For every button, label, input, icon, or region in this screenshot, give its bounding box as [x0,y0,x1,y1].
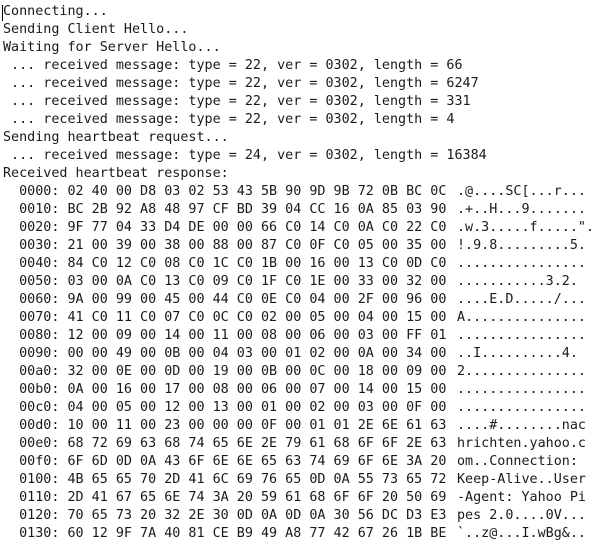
status-line: ... received message: type = 22, ver = 0… [3,76,479,91]
hexdump-bytes: 00c0: 04 00 05 00 12 00 13 00 01 00 02 0… [3,400,447,415]
hexdump-bytes: 00e0: 68 72 69 63 68 74 65 6E 2E 79 61 6… [3,436,447,451]
hexdump-ascii: ....E.D...../... [457,292,586,307]
hexdump-row: 0110: 2D 41 67 65 6E 74 3A 20 59 61 68 6… [3,489,586,507]
hexdump-row: 0130: 60 12 9F 7A 40 81 CE B9 49 A8 77 4… [3,525,586,543]
status-line: ... received message: type = 24, ver = 0… [3,148,487,163]
hexdump-bytes: 0070: 41 C0 11 C0 07 C0 0C C0 02 00 05 0… [3,310,447,325]
hexdump-bytes: 0120: 70 65 73 20 32 2E 30 0D 0A 0D 0A 3… [3,508,447,523]
status-line: Connecting... [3,4,108,19]
hexdump-row: 0090: 00 00 49 00 0B 00 04 03 00 01 02 0… [3,345,578,363]
terminal-output[interactable]: Connecting... Sending Client Hello... Wait… [0,0,596,550]
hexdump-ascii: ....#........nac [457,418,586,433]
hexdump-ascii: ................ [457,256,586,271]
hexdump-bytes: 0130: 60 12 9F 7A 40 81 CE B9 49 A8 77 4… [3,526,447,541]
hexdump-bytes: 0090: 00 00 49 00 0B 00 04 03 00 01 02 0… [3,346,447,361]
hexdump-row: 0080: 12 00 09 00 14 00 11 00 08 00 06 0… [3,327,586,345]
hexdump-row: 00d0: 10 00 11 00 23 00 00 00 0F 00 01 0… [3,417,586,435]
hexdump-row: 00b0: 0A 00 16 00 17 00 08 00 06 00 07 0… [3,381,586,399]
status-line: Waiting for Server Hello... [3,40,221,55]
status-line: Received heartbeat response: [3,166,229,181]
hexdump-ascii: `..z@...I.wBg&.. [457,526,586,541]
hexdump-row: 00c0: 04 00 05 00 12 00 13 00 01 00 02 0… [3,399,586,417]
hexdump-row: 0020: 9F 77 04 33 D4 DE 00 00 66 C0 14 C… [3,219,594,237]
hexdump-ascii: ................ [457,382,586,397]
hexdump-row: 00a0: 32 00 0E 00 0D 00 19 00 0B 00 0C 0… [3,363,586,381]
hexdump-bytes: 0020: 9F 77 04 33 D4 DE 00 00 66 C0 14 C… [3,220,447,235]
status-line: ... received message: type = 22, ver = 0… [3,94,471,109]
status-line: Sending Client Hello... [3,22,189,37]
hexdump-ascii: Keep-Alive..User [457,472,586,487]
hexdump-bytes: 00a0: 32 00 0E 00 0D 00 19 00 0B 00 0C 0… [3,364,447,379]
status-line: ... received message: type = 22, ver = 0… [3,112,455,127]
hexdump-bytes: 0060: 9A 00 99 00 45 00 44 C0 0E C0 04 0… [3,292,447,307]
hexdump-row: 0040: 84 C0 12 C0 08 C0 1C C0 1B 00 16 0… [3,255,586,273]
hexdump-ascii: ..I..........4. [457,346,578,361]
hexdump-row: 0100: 4B 65 65 70 2D 41 6C 69 76 65 0D 0… [3,471,586,489]
hexdump-ascii: 2............... [457,364,586,379]
hexdump-ascii: .w.3.....f.....". [457,220,595,235]
hexdump-ascii: .+..H...9....... [457,202,586,217]
hexdump-bytes: 0100: 4B 65 65 70 2D 41 6C 69 76 65 0D 0… [3,472,447,487]
hexdump-row: 0000: 02 40 00 D8 03 02 53 43 5B 90 9D 9… [3,183,586,201]
hexdump-ascii: .@....SC[...r... [457,184,586,199]
hexdump-bytes: 0000: 02 40 00 D8 03 02 53 43 5B 90 9D 9… [3,184,447,199]
hexdump-ascii: hrichten.yahoo.c [457,436,586,451]
hexdump-row: 00e0: 68 72 69 63 68 74 65 6E 2E 79 61 6… [3,435,586,453]
hexdump-bytes: 00d0: 10 00 11 00 23 00 00 00 0F 00 01 0… [3,418,447,433]
hexdump-ascii: ................ [457,400,586,415]
status-line: Sending heartbeat request... [3,130,229,145]
hexdump-row: 0120: 70 65 73 20 32 2E 30 0D 0A 0D 0A 3… [3,507,586,525]
hexdump-row: 0070: 41 C0 11 C0 07 C0 0C C0 02 00 05 0… [3,309,586,327]
hexdump-bytes: 0110: 2D 41 67 65 6E 74 3A 20 59 61 68 6… [3,490,447,505]
hexdump-ascii: A............... [457,310,586,325]
hexdump-ascii: !.9.8.........5. [457,238,586,253]
hexdump-row: 00f0: 6F 6D 0D 0A 43 6F 6E 6E 65 63 74 6… [3,453,578,471]
status-line: ... received message: type = 22, ver = 0… [3,58,463,73]
hexdump-ascii: -Agent: Yahoo Pi [457,490,586,505]
hexdump-row: 0010: BC 2B 92 A8 48 97 CF BD 39 04 CC 1… [3,201,586,219]
hexdump-bytes: 0050: 03 00 0A C0 13 C0 09 C0 1F C0 1E 0… [3,274,447,289]
hexdump-row: 0050: 03 00 0A C0 13 C0 09 C0 1F C0 1E 0… [3,273,578,291]
hexdump-bytes: 0030: 21 00 39 00 38 00 88 00 87 C0 0F C… [3,238,447,253]
hexdump-ascii: om..Connection: [457,454,586,469]
hexdump-bytes: 00f0: 6F 6D 0D 0A 43 6F 6E 6E 65 63 74 6… [3,454,447,469]
hexdump-bytes: 0010: BC 2B 92 A8 48 97 CF BD 39 04 CC 1… [3,202,447,217]
hexdump-bytes: 0040: 84 C0 12 C0 08 C0 1C C0 1B 00 16 0… [3,256,447,271]
hexdump-ascii: ...........3.2. [457,274,578,289]
hexdump-row: 0030: 21 00 39 00 38 00 88 00 87 C0 0F C… [3,237,586,255]
hexdump-ascii: pes 2.0....0V... [457,508,586,523]
hexdump-ascii: ................ [457,328,586,343]
hexdump-bytes: 0080: 12 00 09 00 14 00 11 00 08 00 06 0… [3,328,447,343]
hexdump-row: 0060: 9A 00 99 00 45 00 44 C0 0E C0 04 0… [3,291,586,309]
hexdump-bytes: 00b0: 0A 00 16 00 17 00 08 00 06 00 07 0… [3,382,447,397]
